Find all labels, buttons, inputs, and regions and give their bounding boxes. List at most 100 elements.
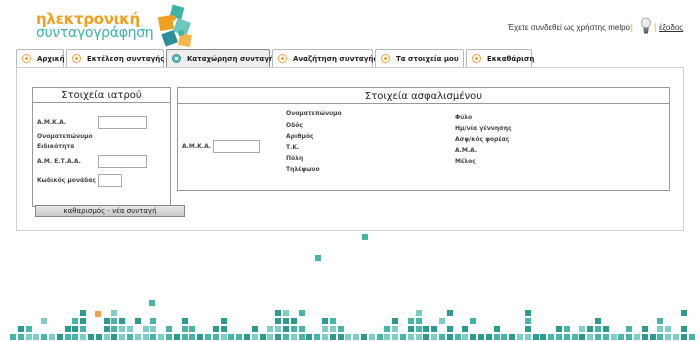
decorative-square <box>189 326 196 332</box>
decorative-square <box>431 326 438 332</box>
tab-label: Εκτέλεση συνταγής <box>87 54 165 63</box>
decorative-square <box>150 318 157 324</box>
doctor-amka-input[interactable] <box>98 116 147 129</box>
decorative-square <box>392 318 399 324</box>
decorative-square <box>189 334 196 340</box>
decorative-square <box>400 334 406 340</box>
decorative-square <box>228 334 235 340</box>
tab-circle-icon <box>278 54 287 63</box>
decorative-square <box>220 326 227 332</box>
decorative-square <box>446 310 453 316</box>
decorative-square <box>275 310 282 316</box>
decorative-square <box>119 326 126 332</box>
decorative-square <box>485 334 492 340</box>
doctor-unit-code-input[interactable] <box>98 174 122 187</box>
decorative-square <box>142 334 149 340</box>
decorative-square <box>25 334 32 340</box>
decorative-square <box>111 326 118 332</box>
decorative-square <box>362 234 368 240</box>
decorative-square <box>610 334 617 340</box>
main-tabs: Αρχική Εκτέλεση συνταγής Καταχώρηση συντ… <box>16 49 534 67</box>
decorative-square <box>509 334 516 340</box>
decorative-square <box>478 334 484 340</box>
decorative-square <box>524 334 531 340</box>
insured-ama-label: Α.Μ.Α. <box>455 147 478 154</box>
decorative-square <box>127 334 133 340</box>
login-status: Έχετε συνδεθεί ως χρήστης melpo <box>507 23 630 32</box>
decorative-square <box>493 334 500 340</box>
decorative-square <box>641 326 648 332</box>
decorative-square <box>618 334 625 340</box>
doctor-ameta-label: Α.Μ. Ε.Τ.Α.Α. <box>37 158 81 165</box>
reset-new-prescription-button[interactable]: καθαρισμός - νέα συνταγή <box>35 205 185 217</box>
decorative-square <box>267 326 274 332</box>
decorative-square <box>602 334 609 340</box>
decorative-square <box>275 326 282 332</box>
decorative-square <box>33 334 40 340</box>
decorative-square <box>56 334 63 340</box>
decorative-square <box>407 318 414 324</box>
decorative-square <box>103 326 110 332</box>
doctor-details-title: Στοιχεία ιατρού <box>33 90 170 103</box>
decorative-square <box>166 326 172 332</box>
decorative-square <box>556 326 562 332</box>
decorative-square <box>688 334 695 340</box>
tab-label: Εκκαθάριση <box>487 54 535 63</box>
decorative-square <box>41 318 48 324</box>
decorative-square <box>657 334 664 340</box>
insured-insurer-label: Ασφ/κός φορέας <box>455 136 510 143</box>
decorative-square <box>415 318 422 324</box>
decorative-square <box>384 334 391 340</box>
tab-circle-icon <box>172 54 181 63</box>
decorative-square <box>454 334 461 340</box>
decorative-square <box>290 318 297 324</box>
decorative-square <box>329 334 336 340</box>
decorative-square <box>111 334 118 340</box>
decorative-square <box>680 310 687 316</box>
tab-search-prescription[interactable]: Αναζήτηση συνταγής <box>272 49 378 67</box>
decorative-square <box>501 334 508 340</box>
decorative-square <box>579 326 586 332</box>
decorative-square <box>181 334 188 340</box>
decorative-square <box>212 334 219 340</box>
decorative-square <box>595 326 601 332</box>
decorative-square <box>220 334 227 340</box>
tab-clearance[interactable]: Εκκαθάριση <box>466 49 535 67</box>
tab-register-prescription[interactable]: Καταχώρηση συνταγής <box>166 49 278 67</box>
tab-my-details[interactable]: Τα στοιχεία μου <box>375 49 464 67</box>
decorative-square <box>150 334 157 340</box>
decorative-square <box>275 318 282 324</box>
decorative-square <box>634 334 640 340</box>
decorative-square <box>563 326 570 332</box>
insured-details-box: Στοιχεία ασφαλισμένου Α.Μ.Κ.Α. Ονοματεπώ… <box>177 87 670 191</box>
decorative-square <box>665 334 672 340</box>
decorative-square <box>415 334 422 340</box>
decorative-square <box>446 326 453 332</box>
decorative-square <box>392 334 399 340</box>
decorative-square <box>415 326 422 332</box>
decorative-square <box>407 326 414 332</box>
doctor-ameta-input[interactable] <box>98 155 147 168</box>
decorative-square <box>111 318 118 324</box>
decorative-square <box>322 318 328 324</box>
decorative-square <box>524 318 531 324</box>
insured-street-label: Οδός <box>286 122 303 129</box>
decorative-square <box>680 334 687 340</box>
logout-link[interactable]: έξοδος <box>659 23 683 32</box>
insured-amka-input[interactable] <box>213 140 260 153</box>
tab-circle-icon <box>472 54 481 63</box>
tab-home[interactable]: Αρχική <box>16 49 65 67</box>
decorative-square <box>10 334 16 340</box>
decorative-square <box>173 334 180 340</box>
decorative-square <box>431 334 438 340</box>
tab-execute-prescription[interactable]: Εκτέλεση συνταγής <box>66 49 164 67</box>
decorative-square <box>17 326 24 332</box>
decorative-square <box>649 334 656 340</box>
decorative-square <box>267 334 274 340</box>
decorative-square <box>524 326 531 332</box>
decorative-square <box>275 334 282 340</box>
main-panel: Στοιχεία ιατρού Α.Μ.Κ.Α. Ονοματεπώνυμο Ε… <box>16 67 684 231</box>
decorative-square <box>103 318 110 324</box>
decorative-square <box>345 334 352 340</box>
decorative-square <box>181 326 188 332</box>
